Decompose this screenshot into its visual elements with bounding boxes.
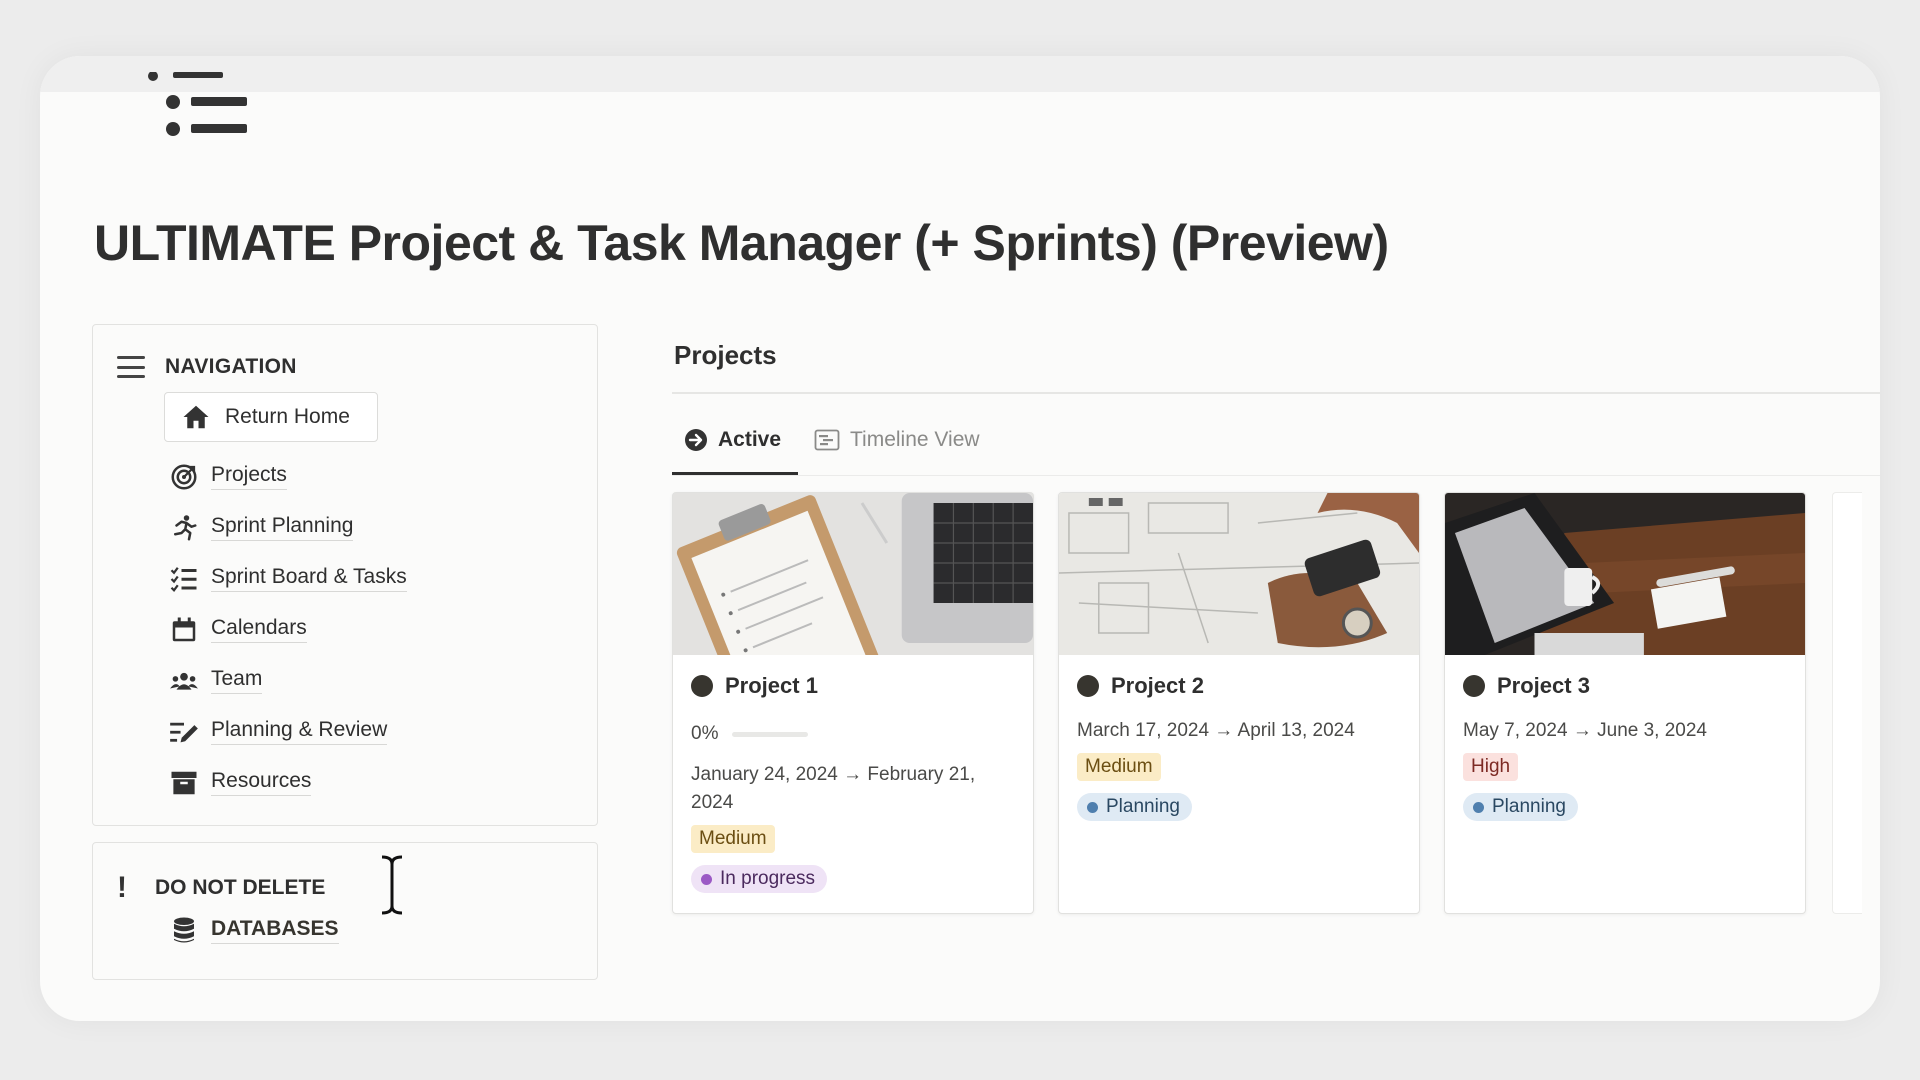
page-title: ULTIMATE Project & Task Manager (+ Sprin… [94, 215, 1389, 271]
nav-label: Team [211, 667, 263, 694]
nav-label: Resources [211, 769, 312, 796]
project-properties: May 7, 2024 → June 3, 2024 High Planning [1463, 717, 1789, 821]
date-range: March 17, 2024 → April 13, 2024 [1077, 720, 1355, 741]
nav-item-team[interactable]: Team [169, 655, 407, 706]
timeline-icon [814, 429, 840, 451]
bulleted-list-icon[interactable] [125, 72, 255, 152]
page-top-strip [40, 56, 1880, 92]
nav-label: Sprint Board & Tasks [211, 565, 407, 592]
status-badge: Planning [1077, 793, 1192, 821]
project-properties: March 17, 2024 → April 13, 2024 Medium P… [1077, 717, 1403, 821]
project-name-label: Project 2 [1111, 673, 1204, 698]
checklist-icon [170, 566, 197, 592]
status-label: Planning [1492, 796, 1566, 817]
project-status-dot-icon [1077, 675, 1099, 697]
nav-item-resources[interactable]: Resources [169, 757, 407, 808]
status-dot-icon [701, 873, 712, 885]
projects-heading: Projects [674, 340, 777, 370]
tab-label: Active [718, 428, 782, 451]
progress-bar [732, 731, 809, 737]
do-not-delete-heading: DO NOT DELETE [155, 876, 326, 899]
status-row: Planning [1463, 793, 1789, 821]
nav-item-planning-review[interactable]: Planning & Review [169, 706, 407, 757]
home-icon [183, 405, 209, 429]
project-cover-image [673, 493, 1033, 655]
arrow-circle-icon [685, 429, 707, 451]
status-label: Planning [1106, 796, 1180, 817]
databases-label: DATABASES [211, 917, 339, 944]
status-badge: Planning [1463, 793, 1578, 821]
project-name-label: Project 3 [1497, 673, 1590, 698]
project-cover-image [1059, 493, 1419, 655]
pen-list-icon [170, 722, 198, 742]
archive-box-icon [171, 771, 197, 794]
project-status-dot-icon [691, 675, 713, 697]
status-dot-icon [1087, 801, 1098, 813]
status-row: In progress [691, 865, 1017, 893]
running-person-icon [174, 514, 197, 540]
divider [672, 392, 1880, 394]
project-card-partial[interactable] [1832, 492, 1862, 914]
navigation-header: NAVIGATION [117, 355, 297, 379]
nav-item-sprint-board-tasks[interactable]: Sprint Board & Tasks [169, 553, 407, 604]
status-label: In progress [720, 868, 816, 889]
status-dot-icon [1473, 801, 1484, 813]
project-name: Project 3 [1463, 673, 1590, 699]
project-properties: 0% January 24, 2024 → February 21, 2024 … [691, 723, 1017, 893]
databases-link[interactable]: DATABASES [169, 915, 339, 945]
priority-tag: Medium [1077, 753, 1161, 781]
project-name-label: Project 1 [725, 673, 818, 698]
navigation-list: Projects Sprint Planning Sprint Board & … [169, 451, 407, 808]
target-icon [171, 464, 197, 489]
project-card[interactable]: Project 3 May 7, 2024 → June 3, 2024 Hig… [1444, 492, 1806, 914]
navigation-heading: NAVIGATION [165, 355, 297, 378]
nav-label: Planning & Review [211, 718, 388, 745]
exclamation-icon: ! [117, 871, 127, 904]
project-cover-image [1445, 493, 1805, 655]
date-range: May 7, 2024 → June 3, 2024 [1463, 720, 1707, 741]
progress-label: 0% [691, 723, 719, 744]
nav-item-projects[interactable]: Projects [169, 451, 407, 502]
nav-label: Sprint Planning [211, 514, 354, 541]
view-tabs: Active Timeline View [672, 416, 1880, 476]
date-range: January 24, 2024 → February 21, 2024 [691, 764, 976, 813]
people-icon [170, 672, 198, 690]
project-name: Project 1 [691, 673, 818, 699]
tab-label: Timeline View [850, 428, 980, 451]
hamburger-icon [117, 356, 145, 378]
calendar-icon [172, 617, 196, 641]
project-card[interactable]: Project 1 0% January 24, 2024 → February… [672, 492, 1034, 914]
project-status-dot-icon [1463, 675, 1485, 697]
priority-tag: High [1463, 753, 1519, 781]
do-not-delete-header: ! DO NOT DELETE [117, 871, 325, 905]
project-name: Project 2 [1077, 673, 1204, 699]
navigation-callout: NAVIGATION Return Home Projects Sprint P… [92, 324, 598, 826]
text-cursor-icon [381, 855, 403, 915]
nav-label: Projects [211, 463, 287, 490]
status-row: Planning [1077, 793, 1403, 821]
page-canvas: ULTIMATE Project & Task Manager (+ Sprin… [40, 56, 1880, 1021]
active-tab-underline [672, 472, 798, 475]
return-home-label: Return Home [225, 405, 350, 428]
tab-active[interactable]: Active [684, 428, 781, 452]
do-not-delete-callout: ! DO NOT DELETE DATABASES [92, 842, 598, 980]
database-icon [174, 917, 194, 943]
nav-label: Calendars [211, 616, 307, 643]
tab-timeline-view[interactable]: Timeline View [814, 428, 980, 452]
priority-tag: Medium [691, 825, 775, 853]
return-home-button[interactable]: Return Home [164, 392, 378, 442]
nav-item-calendars[interactable]: Calendars [169, 604, 407, 655]
progress-row: 0% [691, 723, 1017, 745]
project-card[interactable]: Project 2 March 17, 2024 → April 13, 202… [1058, 492, 1420, 914]
status-badge: In progress [691, 865, 828, 893]
nav-item-sprint-planning[interactable]: Sprint Planning [169, 502, 407, 553]
